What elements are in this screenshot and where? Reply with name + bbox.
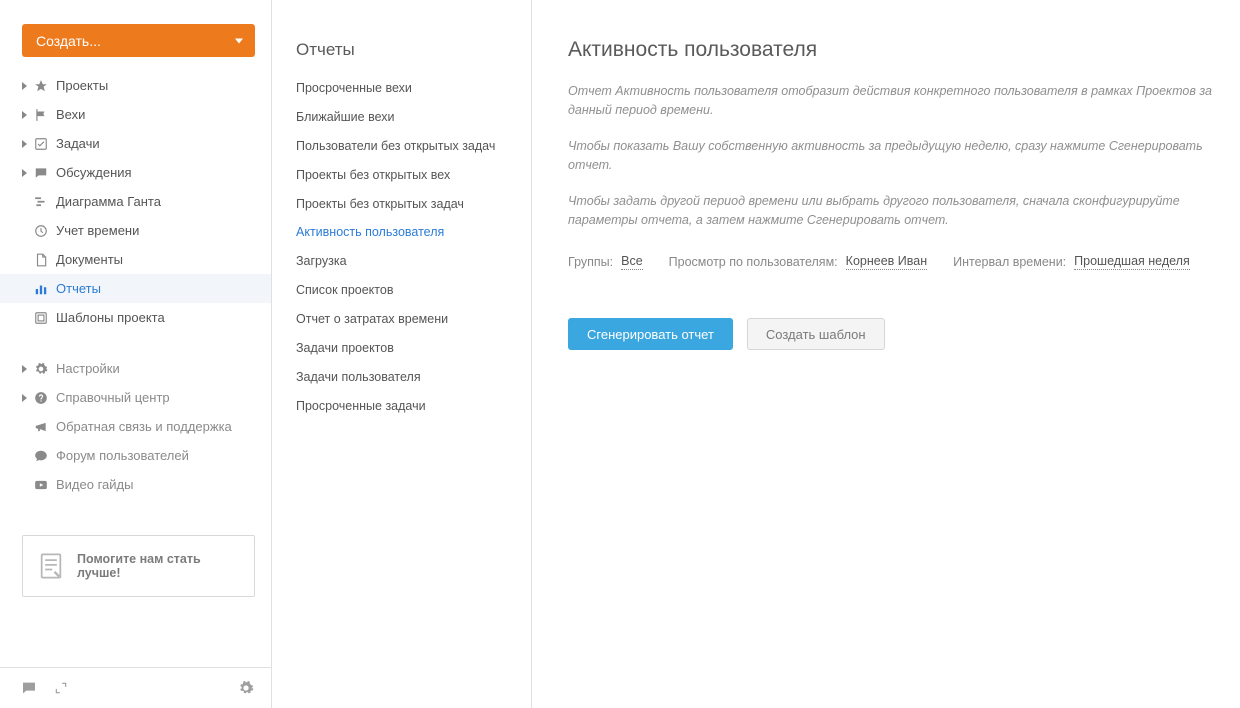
bars-icon	[32, 282, 50, 296]
report-item[interactable]: Проекты без открытых вех	[296, 161, 507, 190]
report-description: Чтобы задать другой период времени или в…	[568, 192, 1228, 231]
chevron-down-icon	[235, 38, 243, 43]
filter-label-user: Просмотр по пользователям:	[669, 255, 838, 269]
filter-value-user[interactable]: Корнеев Иван	[846, 254, 927, 270]
report-list-title: Отчеты	[296, 40, 507, 60]
survey-icon	[37, 552, 65, 580]
flag-icon	[32, 108, 50, 122]
chevron-right-icon	[22, 390, 32, 405]
sidebar-item-projects[interactable]: Проекты	[0, 71, 271, 100]
template-icon	[32, 311, 50, 325]
speech-icon	[32, 166, 50, 180]
button-label: Сгенерировать отчет	[587, 327, 714, 342]
megaphone-icon	[32, 420, 50, 434]
chevron-right-icon	[22, 107, 32, 122]
sidebar-item-milestones[interactable]: Вехи	[0, 100, 271, 129]
sidebar-item-documents[interactable]: Документы	[0, 245, 271, 274]
chevron-right-icon	[22, 165, 32, 180]
chevron-right-icon	[22, 136, 32, 151]
sidebar-item-label: Документы	[56, 252, 123, 267]
filter-label-period: Интервал времени:	[953, 255, 1066, 269]
filter-value-period[interactable]: Прошедшая неделя	[1074, 254, 1190, 270]
status-bar	[0, 667, 271, 708]
report-description: Отчет Активность пользователя отобразит …	[568, 82, 1228, 121]
video-icon	[32, 478, 50, 492]
sidebar-item-feedback[interactable]: Обратная связь и поддержка	[0, 412, 271, 441]
sidebar-item-helpcenter[interactable]: Справочный центр	[0, 383, 271, 412]
checkbox-icon	[32, 137, 50, 151]
gantt-icon	[32, 195, 50, 209]
sidebar-item-label: Видео гайды	[56, 477, 133, 492]
report-item[interactable]: Список проектов	[296, 276, 507, 305]
create-button[interactable]: Создать...	[22, 24, 255, 57]
report-item[interactable]: Загрузка	[296, 247, 507, 276]
report-item[interactable]: Задачи проектов	[296, 334, 507, 363]
chevron-right-icon	[22, 78, 32, 93]
filter-value-groups[interactable]: Все	[621, 254, 643, 270]
file-icon	[32, 253, 50, 267]
sidebar-item-settings[interactable]: Настройки	[0, 354, 271, 383]
report-item[interactable]: Проекты без открытых задач	[296, 190, 507, 219]
separator	[0, 332, 271, 354]
sidebar-item-label: Учет времени	[56, 223, 139, 238]
report-item[interactable]: Активность пользователя	[296, 218, 507, 247]
help-us-box[interactable]: Помогите нам стать лучше!	[22, 535, 255, 597]
sidebar-item-label: Настройки	[56, 361, 120, 376]
sidebar-item-videos[interactable]: Видео гайды	[0, 470, 271, 499]
sidebar-item-label: Вехи	[56, 107, 85, 122]
sidebar-item-gantt[interactable]: Диаграмма Ганта	[0, 187, 271, 216]
report-description: Чтобы показать Вашу собственную активнос…	[568, 137, 1228, 176]
clock-icon	[32, 224, 50, 238]
chevron-right-icon	[22, 361, 32, 376]
report-list-panel: Отчеты Просроченные вехи Ближайшие вехи …	[272, 0, 532, 708]
filter-bar: Группы: Все Просмотр по пользователям: К…	[568, 254, 1240, 270]
sidebar-item-tasks[interactable]: Задачи	[0, 129, 271, 158]
sidebar-item-label: Обсуждения	[56, 165, 132, 180]
sidebar-item-label: Справочный центр	[56, 390, 170, 405]
sidebar-item-label: Проекты	[56, 78, 108, 93]
main-panel: Активность пользователя Отчет Активность…	[532, 0, 1240, 708]
generate-report-button[interactable]: Сгенерировать отчет	[568, 318, 733, 350]
report-item[interactable]: Просроченные вехи	[296, 74, 507, 103]
create-template-button[interactable]: Создать шаблон	[747, 318, 885, 350]
settings-gear-icon[interactable]	[237, 679, 255, 697]
gear-icon	[32, 362, 50, 376]
sidebar: Создать... Проекты Вехи	[0, 0, 272, 708]
action-buttons: Сгенерировать отчет Создать шаблон	[568, 318, 1240, 350]
sidebar-item-timetracking[interactable]: Учет времени	[0, 216, 271, 245]
report-list: Просроченные вехи Ближайшие вехи Пользов…	[296, 74, 507, 421]
sidebar-item-label: Диаграмма Ганта	[56, 194, 161, 209]
report-item[interactable]: Пользователи без открытых задач	[296, 132, 507, 161]
create-button-label: Создать...	[36, 33, 101, 49]
report-item[interactable]: Задачи пользователя	[296, 363, 507, 392]
expand-icon[interactable]	[52, 679, 70, 697]
bubble-icon	[32, 449, 50, 463]
page-title: Активность пользователя	[568, 38, 1240, 62]
sidebar-nav: Проекты Вехи Задачи	[0, 71, 271, 499]
sidebar-item-reports[interactable]: Отчеты	[0, 274, 271, 303]
sidebar-item-label: Форум пользователей	[56, 448, 189, 463]
sidebar-item-label: Задачи	[56, 136, 100, 151]
button-label: Создать шаблон	[766, 327, 866, 342]
sidebar-item-label: Шаблоны проекта	[56, 310, 165, 325]
chat-icon[interactable]	[20, 679, 38, 697]
help-icon	[32, 391, 50, 405]
help-us-text: Помогите нам стать лучше!	[77, 552, 240, 580]
sidebar-item-label: Обратная связь и поддержка	[56, 419, 232, 434]
sidebar-item-templates[interactable]: Шаблоны проекта	[0, 303, 271, 332]
sidebar-item-label: Отчеты	[56, 281, 101, 296]
filter-label-groups: Группы:	[568, 255, 613, 269]
report-item[interactable]: Ближайшие вехи	[296, 103, 507, 132]
report-item[interactable]: Отчет о затратах времени	[296, 305, 507, 334]
report-item[interactable]: Просроченные задачи	[296, 392, 507, 421]
sidebar-item-discussions[interactable]: Обсуждения	[0, 158, 271, 187]
sidebar-item-forum[interactable]: Форум пользователей	[0, 441, 271, 470]
compass-icon	[32, 79, 50, 93]
